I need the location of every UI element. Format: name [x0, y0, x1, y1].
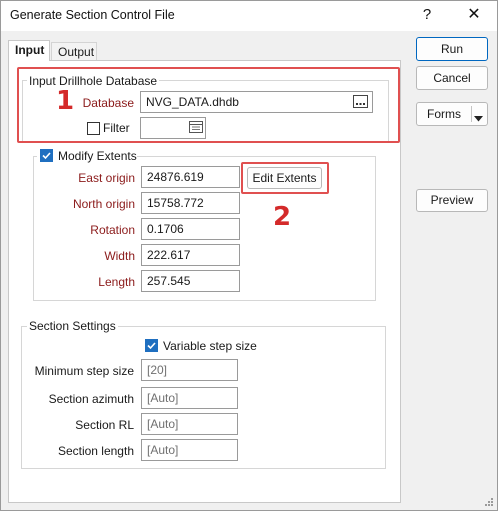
modify-extents-label: Modify Extents — [58, 149, 137, 163]
help-button[interactable]: ? — [407, 2, 447, 28]
east-origin-input[interactable]: 24876.619 — [141, 166, 240, 188]
window-title: Generate Section Control File — [10, 8, 175, 22]
length-input[interactable]: 257.545 — [141, 270, 240, 292]
close-button[interactable]: ✕ — [454, 2, 494, 28]
length-label: Length — [98, 275, 135, 289]
cancel-button[interactable]: Cancel — [416, 66, 488, 90]
forms-button[interactable]: Forms — [416, 102, 488, 126]
run-button[interactable]: Run — [416, 37, 488, 61]
variable-step-checkbox[interactable] — [145, 339, 158, 352]
forms-dropdown-icon[interactable] — [474, 111, 483, 125]
tab-input[interactable]: Input — [8, 40, 50, 61]
highlight-box-1 — [17, 67, 400, 143]
section-length-label: Section length — [57, 444, 134, 458]
section-azimuth-label: Section azimuth — [48, 392, 134, 406]
forms-button-label: Forms — [427, 107, 461, 121]
tab-output[interactable]: Output — [51, 42, 97, 61]
highlight-box-2 — [241, 162, 329, 194]
minimum-step-label: Minimum step size — [34, 364, 134, 378]
rotation-input[interactable]: 0.1706 — [141, 218, 240, 240]
width-label: Width — [104, 249, 135, 263]
east-origin-label: East origin — [78, 171, 135, 185]
variable-step-label: Variable step size — [163, 339, 257, 353]
north-origin-input[interactable]: 15758.772 — [141, 192, 240, 214]
rotation-label: Rotation — [90, 223, 135, 237]
section-azimuth-input[interactable]: [Auto] — [141, 387, 238, 409]
section-rl-label: Section RL — [75, 418, 134, 432]
marker-1: 1 — [56, 86, 75, 116]
width-input[interactable]: 222.617 — [141, 244, 240, 266]
section-length-input[interactable]: [Auto] — [141, 439, 238, 461]
modify-extents-checkbox[interactable] — [40, 149, 53, 162]
minimum-step-input[interactable]: [20] — [141, 359, 238, 381]
preview-button[interactable]: Preview — [416, 189, 488, 212]
resize-grip-icon[interactable] — [483, 496, 495, 508]
north-origin-label: North origin — [72, 197, 135, 211]
marker-2: 2 — [273, 202, 292, 232]
section-rl-input[interactable]: [Auto] — [141, 413, 238, 435]
close-icon: ✕ — [467, 6, 481, 23]
section-settings-group-title: Section Settings — [27, 319, 118, 333]
